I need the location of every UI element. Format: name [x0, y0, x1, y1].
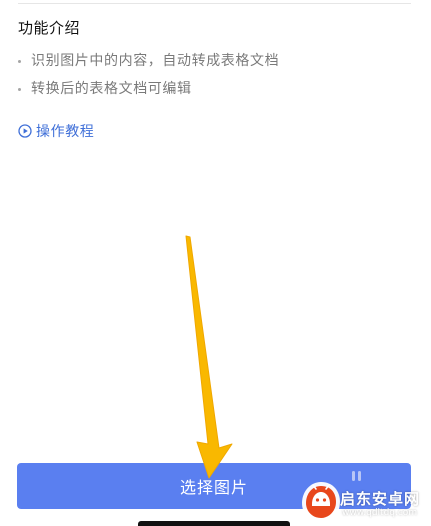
feature-item: 转换后的表格文档可编辑 [18, 78, 279, 106]
feature-list: 识别图片中的内容，自动转成表格文档 转换后的表格文档可编辑 [18, 50, 279, 106]
feature-text: 转换后的表格文档可编辑 [31, 81, 192, 97]
home-indicator [138, 521, 290, 526]
watermark-name: 启东安卓网 [340, 490, 421, 508]
select-image-label: 选择图片 [179, 480, 248, 497]
watermark-logo-icon [302, 482, 340, 522]
watermark: 启东安卓网 www.qdltdq.com [300, 478, 431, 526]
feature-text: 识别图片中的内容，自动转成表格文档 [31, 53, 280, 69]
bullet-dot [18, 60, 21, 63]
feature-item: 识别图片中的内容，自动转成表格文档 [18, 50, 279, 78]
top-divider [18, 3, 411, 4]
tutorial-label: 操作教程 [36, 124, 95, 140]
tutorial-link[interactable]: 操作教程 [18, 120, 94, 142]
bullet-dot [18, 88, 21, 91]
section-title: 功能介绍 [18, 19, 81, 37]
play-circle-icon [18, 124, 32, 138]
watermark-url: www.qdltdq.com [342, 508, 418, 518]
page: 功能介绍 识别图片中的内容，自动转成表格文档 转换后的表格文档可编辑 操作教程 … [0, 0, 431, 526]
